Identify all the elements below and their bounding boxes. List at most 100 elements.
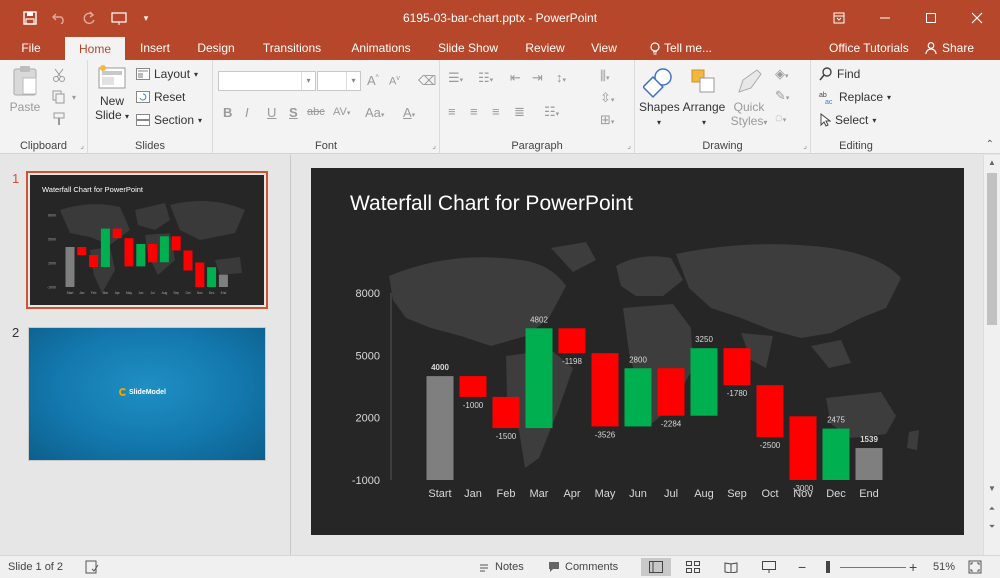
find-button[interactable]: Find	[819, 67, 860, 81]
thumbnail-1-chart: Waterfall Chart for PowerPoint -1000 2000…	[42, 185, 245, 295]
slide-sorter-view-icon[interactable]	[678, 558, 708, 576]
paragraph-launcher-icon[interactable]: ⌟	[627, 141, 631, 150]
present-from-beginning-icon[interactable]	[104, 0, 134, 36]
reading-view-icon[interactable]	[716, 558, 746, 576]
thumbnail-bar	[195, 262, 205, 287]
fit-to-window-icon[interactable]	[968, 556, 982, 578]
clear-formatting-icon[interactable]: ⌫	[418, 73, 436, 89]
font-size-combo[interactable]: ▾	[317, 71, 361, 91]
underline-icon[interactable]: U	[267, 105, 276, 120]
paste-button[interactable]: Paste	[6, 64, 44, 114]
arrange-button[interactable]: Arrange ▾	[681, 66, 727, 130]
save-icon[interactable]	[16, 0, 44, 36]
vertical-scrollbar[interactable]: ▲ ▼ ⏶ ⏷	[983, 155, 1000, 555]
zoom-in-button[interactable]: +	[909, 556, 917, 578]
scroll-down-arrow-icon[interactable]: ▼	[984, 481, 1000, 497]
x-tick-label: End	[859, 488, 879, 500]
columns-icon[interactable]: ☷▾	[544, 104, 559, 120]
zoom-level[interactable]: 51%	[933, 556, 955, 578]
font-name-combo[interactable]: ▾	[218, 71, 316, 91]
customize-qat-icon[interactable]: ▾	[134, 0, 158, 36]
zoom-slider-handle[interactable]	[826, 561, 830, 573]
notes-button[interactable]: Notes	[478, 556, 524, 578]
bullets-icon[interactable]: ☰▾	[448, 70, 463, 86]
data-label: 4802	[530, 315, 548, 324]
character-spacing-icon[interactable]: AV▾	[333, 106, 350, 118]
next-slide-icon[interactable]: ⏷	[984, 519, 1000, 535]
tab-view[interactable]: View	[585, 36, 623, 60]
ribbon-display-options-icon[interactable]	[816, 0, 862, 36]
text-shadow-icon[interactable]: S	[289, 105, 298, 120]
minimize-icon[interactable]	[862, 0, 908, 36]
chart-bar-jul	[657, 368, 685, 416]
slide-show-view-icon[interactable]	[754, 558, 784, 576]
x-tick-label: May	[595, 488, 616, 500]
spell-check-icon[interactable]	[85, 556, 99, 578]
tab-home[interactable]: Home	[65, 37, 125, 60]
align-right-icon[interactable]: ≡	[492, 104, 500, 119]
shape-outline-icon[interactable]: ✎▾	[775, 88, 789, 104]
tab-insert[interactable]: Insert	[132, 36, 178, 60]
shapes-button[interactable]: Shapes ▾	[639, 66, 680, 130]
font-launcher-icon[interactable]: ⌟	[432, 141, 436, 150]
thumbnail-bar	[207, 267, 217, 287]
tab-file[interactable]: File	[10, 36, 52, 60]
replace-button[interactable]: ab ac Replace ▾	[819, 90, 891, 104]
cut-icon[interactable]	[52, 68, 66, 82]
previous-slide-icon[interactable]: ⏶	[984, 501, 1000, 517]
text-direction-icon[interactable]: ⫼▾	[600, 68, 610, 84]
comments-button[interactable]: Comments	[548, 556, 618, 578]
tab-design[interactable]: Design	[190, 36, 242, 60]
increase-indent-icon[interactable]: ⇥	[532, 70, 543, 86]
copy-icon[interactable]: ▾	[52, 90, 76, 104]
current-slide[interactable]: Waterfall Chart for PowerPoint -1000 2000…	[311, 168, 964, 535]
tell-me-search[interactable]: Tell me...	[642, 36, 720, 60]
grow-font-icon[interactable]: A^	[367, 73, 379, 88]
justify-icon[interactable]: ≣	[514, 104, 525, 120]
tab-slide-show[interactable]: Slide Show	[433, 36, 503, 60]
line-spacing-icon[interactable]: ↕▾	[556, 70, 566, 85]
zoom-out-button[interactable]: −	[798, 556, 806, 578]
office-tutorials-link[interactable]: Office Tutorials	[829, 36, 909, 60]
shape-fill-icon[interactable]: ◈▾	[775, 66, 789, 82]
layout-button[interactable]: Layout ▾	[136, 67, 198, 81]
tab-review[interactable]: Review	[516, 36, 574, 60]
select-button[interactable]: Select ▾	[819, 113, 876, 127]
maximize-icon[interactable]	[908, 0, 954, 36]
strikethrough-icon[interactable]: abc	[307, 106, 325, 118]
section-button[interactable]: Section ▾	[136, 113, 202, 127]
font-color-icon[interactable]: A▾	[403, 105, 415, 120]
align-center-icon[interactable]: ≡	[470, 104, 478, 119]
scroll-up-arrow-icon[interactable]: ▲	[984, 155, 1000, 171]
scroll-thumb[interactable]	[987, 173, 997, 325]
italic-icon[interactable]: I	[245, 105, 249, 120]
quick-styles-label-1: Quick	[733, 100, 765, 114]
bold-icon[interactable]: B	[223, 105, 232, 120]
clipboard-launcher-icon[interactable]: ⌟	[80, 141, 84, 150]
zoom-slider-track[interactable]	[840, 567, 906, 568]
share-button[interactable]: Share	[925, 36, 974, 60]
format-painter-icon[interactable]	[52, 112, 66, 126]
tab-animations[interactable]: Animations	[342, 36, 420, 60]
slide-thumbnail-2[interactable]: SlideModel	[28, 327, 266, 461]
drawing-launcher-icon[interactable]: ⌟	[803, 141, 807, 150]
shape-effects-icon[interactable]: ◌▾	[775, 110, 786, 125]
redo-icon[interactable]	[74, 0, 104, 36]
shrink-font-icon[interactable]: Av	[389, 75, 400, 88]
quick-styles-button[interactable]: Quick Styles▾	[729, 66, 769, 130]
close-icon[interactable]	[954, 0, 1000, 36]
normal-view-icon[interactable]	[641, 558, 671, 576]
smartart-icon[interactable]: ⊞▾	[600, 112, 614, 128]
align-text-icon[interactable]: ⇳▾	[600, 90, 614, 106]
tab-transitions[interactable]: Transitions	[255, 36, 329, 60]
change-case-icon[interactable]: Aa▾	[365, 105, 384, 120]
new-slide-button[interactable]: New Slide ▾	[94, 64, 130, 124]
slide-thumbnail-1[interactable]: Waterfall Chart for PowerPoint -1000 2000…	[26, 171, 268, 309]
reset-button[interactable]: Reset	[136, 90, 185, 104]
undo-icon[interactable]	[44, 0, 74, 36]
quick-styles-icon	[738, 69, 762, 93]
decrease-indent-icon[interactable]: ⇤	[510, 70, 521, 86]
collapse-ribbon-icon[interactable]: ⌃	[986, 139, 994, 150]
align-left-icon[interactable]: ≡	[448, 104, 456, 119]
numbering-icon[interactable]: ☷▾	[478, 70, 493, 86]
